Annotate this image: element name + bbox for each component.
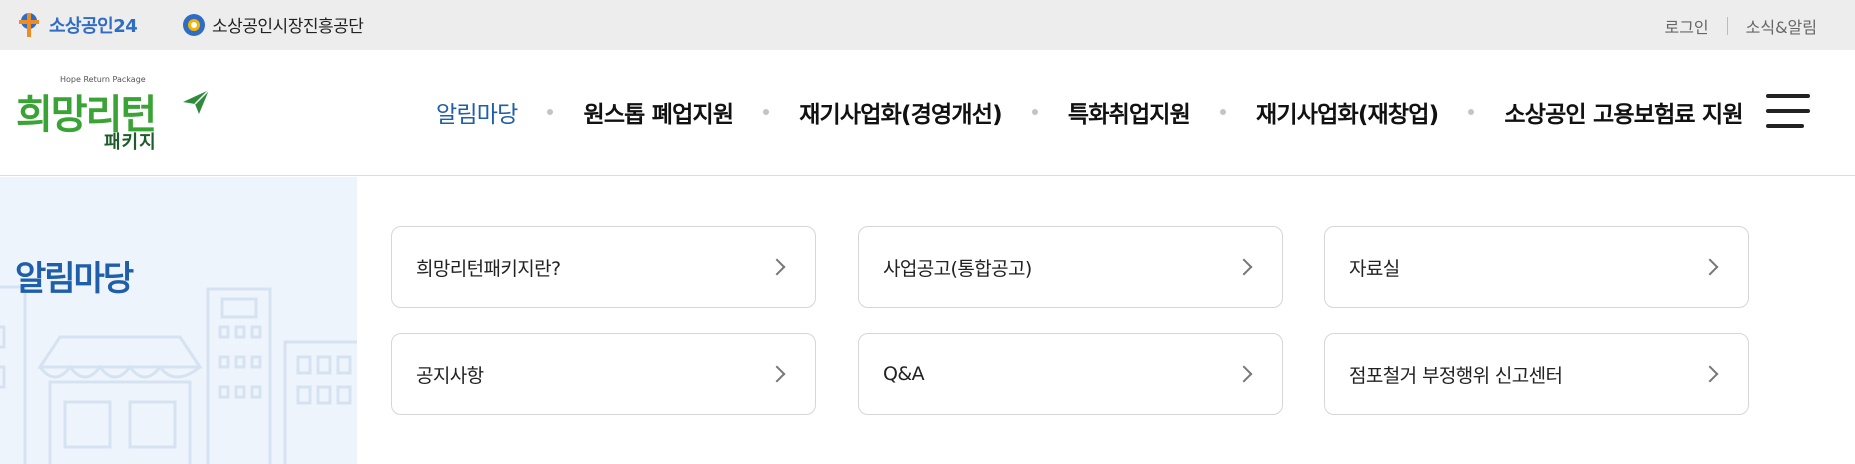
divider bbox=[1726, 17, 1728, 35]
nav-item-insurance-support[interactable]: 소상공인 고용보험료 지원 bbox=[1504, 95, 1743, 129]
chevron-right-icon bbox=[1235, 365, 1253, 383]
card-about[interactable]: 희망리턴패키지란? bbox=[391, 226, 816, 308]
card-archive[interactable]: 자료실 bbox=[1324, 226, 1749, 308]
nav-separator bbox=[763, 109, 770, 115]
nav-item-closure-support[interactable]: 원스톱 폐업지원 bbox=[583, 95, 734, 129]
card-notices[interactable]: 공지사항 bbox=[391, 333, 816, 415]
nav-item-employment-support[interactable]: 특화취업지원 bbox=[1068, 95, 1191, 129]
storefront-illustration bbox=[0, 285, 357, 464]
card-label: 희망리턴패키지란? bbox=[416, 257, 561, 280]
card-label: Q&A bbox=[883, 363, 925, 385]
brand-package: 패키지 bbox=[104, 132, 157, 153]
paper-plane-icon bbox=[183, 89, 210, 114]
nav-item-notice[interactable]: 알림마당 bbox=[436, 95, 518, 129]
card-report-center[interactable]: 점포철거 부정행위 신고센터 bbox=[1324, 333, 1749, 415]
utility-bar: 소상공인24 소상공인시장진흥공단 로그인 소식&알림 bbox=[0, 0, 1855, 50]
card-label: 공지사항 bbox=[416, 364, 484, 387]
nav-separator bbox=[1220, 109, 1227, 115]
section-side-panel: 알림마당 bbox=[0, 177, 357, 464]
site-header: Hope Return Package 희망리턴 패키지 알림마당 원스톱 폐업… bbox=[0, 50, 1855, 176]
semas-logo-text: 소상공인시장진흥공단 bbox=[212, 17, 364, 37]
semas24-logo-icon bbox=[16, 12, 46, 38]
nav-separator bbox=[1031, 109, 1038, 115]
news-link[interactable]: 소식&알림 bbox=[1746, 14, 1817, 38]
main-nav: 알림마당 원스톱 폐업지원 재기사업화(경영개선) 특화취업지원 재기사업화(재… bbox=[436, 94, 1744, 130]
semas24-logo[interactable]: 소상공인24 bbox=[16, 12, 138, 38]
section-title: 알림마당 bbox=[15, 259, 134, 299]
nav-separator bbox=[547, 109, 554, 115]
nav-item-restart[interactable]: 재기사업화(재창업) bbox=[1256, 95, 1439, 129]
nav-item-management-improvement[interactable]: 재기사업화(경영개선) bbox=[799, 95, 1002, 129]
chevron-right-icon bbox=[1235, 258, 1253, 276]
chevron-right-icon bbox=[768, 365, 786, 383]
card-qna[interactable]: Q&A bbox=[858, 333, 1283, 415]
chevron-right-icon bbox=[768, 258, 786, 276]
semas24-logo-text: 소상공인24 bbox=[49, 16, 138, 37]
nav-separator bbox=[1468, 109, 1475, 115]
card-label: 사업공고(통합공고) bbox=[883, 257, 1032, 280]
login-link[interactable]: 로그인 bbox=[1664, 14, 1708, 38]
card-label: 자료실 bbox=[1349, 257, 1400, 280]
utility-links: 로그인 소식&알림 bbox=[1664, 14, 1817, 38]
chevron-right-icon bbox=[1701, 258, 1719, 276]
chevron-right-icon bbox=[1701, 365, 1719, 383]
brand-logo[interactable]: Hope Return Package 희망리턴 패키지 bbox=[16, 68, 216, 158]
card-label: 점포철거 부정행위 신고센터 bbox=[1349, 364, 1563, 387]
card-announcement[interactable]: 사업공고(통합공고) bbox=[858, 226, 1283, 308]
semas-logo[interactable]: 소상공인시장진흥공단 bbox=[182, 12, 364, 37]
semas-emblem-icon bbox=[183, 13, 205, 36]
menu-icon[interactable] bbox=[1766, 94, 1810, 128]
